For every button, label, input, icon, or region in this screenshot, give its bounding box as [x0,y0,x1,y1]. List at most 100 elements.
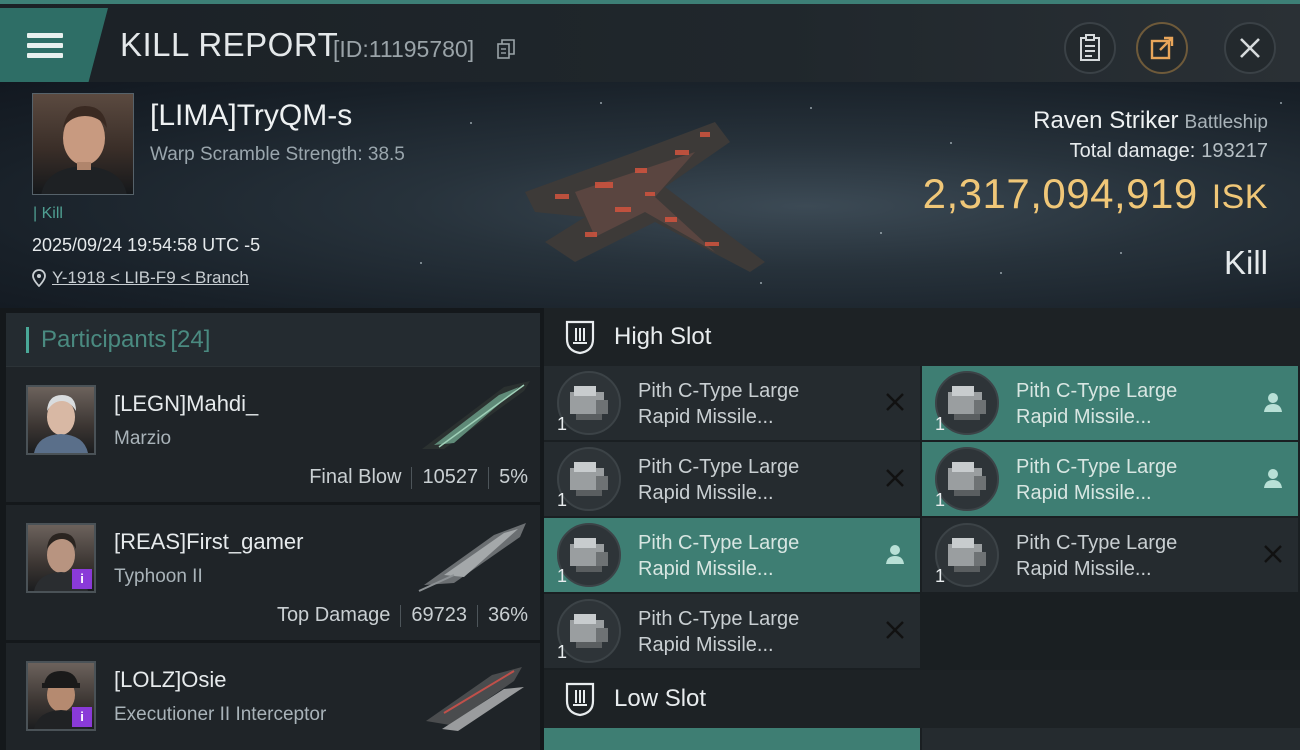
victim-name[interactable]: [LIMA]TryQM-s [150,99,352,133]
page-title: KILL REPORT [120,26,339,63]
participant-damage: 10527 [422,466,479,488]
location-pin-icon [32,269,46,287]
module-name: Pith C-Type Large Rapid Missile... [638,378,858,430]
module-item[interactable]: 1 Pith C-Type Large Rapid Missile... [922,518,1298,592]
module-name-line1: Pith C-Type Large [638,380,800,402]
warp-scramble-strength: Warp Scramble Strength: 38.5 [150,144,405,165]
module-name: Pith C-Type Large Rapid Missile... [1016,530,1236,582]
module-item[interactable]: 1 Pith C-Type Large Rapid Missile... [544,518,920,592]
victim-ship-name[interactable]: Raven Striker [1033,107,1178,134]
participant-row[interactable]: [LEGN]Mahdi_ Marzio Final Blow 10527 5% [6,367,540,505]
kill-tag: | Kill [33,205,63,222]
module-name-line2: Rapid Missile... [1016,558,1152,580]
participant-ship-image [426,667,524,731]
module-item[interactable]: 1 Pith C-Type Large Rapid Missile... [544,594,920,668]
isk-unit: ISK [1211,178,1268,216]
total-damage: Total damage: 193217 [1070,140,1268,163]
module-name-line1: Pith C-Type Large [1016,380,1178,402]
participant-percent: 36% [487,604,528,626]
module-name-line2: Rapid Missile... [1016,482,1152,504]
module-name-line2: Rapid Missile... [1016,406,1152,428]
avatar[interactable]: i [26,661,96,731]
module-item[interactable]: 1 Pith C-Type Large Rapid Missile... [544,366,920,440]
participant-role: Final Blow [309,466,402,488]
victim-banner: [LIMA]TryQM-s Warp Scramble Strength: 38… [0,82,1300,308]
slot-shield-icon [565,320,595,355]
isk-amount: 2,317,094,919 [922,170,1198,217]
close-button[interactable] [1224,22,1276,74]
x-icon [886,621,904,639]
module-quantity: 1 [935,566,946,586]
module-name-line1: Pith C-Type Large [1016,532,1178,554]
avatar[interactable]: i [26,523,96,593]
module-quantity: 1 [935,490,946,510]
x-icon [886,393,904,411]
avatar[interactable] [26,385,96,455]
module-name-line1: Pith C-Type Large [1016,456,1178,478]
high-slot-label: High Slot [614,323,712,350]
copy-icon[interactable] [497,39,515,59]
participant-ship-image [418,523,526,592]
isk-value: 2,317,094,919 ISK [923,170,1268,218]
low-slot-header: Low Slot [544,670,1300,728]
kill-result: Kill [1223,244,1268,281]
participant-damage: 69723 [411,604,467,626]
location-link[interactable]: Y-1918 < LIB-F9 < Branch [32,268,249,288]
module-item[interactable]: 1 Pith C-Type Large Rapid Missile... [922,442,1298,516]
close-icon [1240,38,1260,58]
victim-ship-class: Battleship [1184,112,1268,133]
share-icon [1150,36,1174,60]
total-damage-label: Total damage: [1069,140,1196,162]
hamburger-icon [27,28,63,63]
fitting-panel: High Slot 1 Pith C-Type Large Rapid Missi… [544,308,1300,750]
module-quantity: 1 [557,642,568,662]
module-name-line2: Rapid Missile... [638,558,774,580]
participant-ship-image [422,381,530,449]
participant-row[interactable]: i [LOLZ]Osie Executioner II Interceptor [6,643,540,750]
participants-count: [24] [170,325,211,353]
module-quantity: 1 [557,414,568,434]
menu-button[interactable] [0,8,108,82]
clipboard-icon [1080,34,1100,61]
x-icon [886,469,904,487]
module-item[interactable]: 1 Pith C-Type Large Rapid Missile... [922,366,1298,440]
module-name: Pith C-Type Large Rapid Missile... [1016,454,1236,506]
module-name-line1: Pith C-Type Large [638,456,800,478]
location-text[interactable]: Y-1918 < LIB-F9 < Branch [52,268,249,288]
participant-stats: Final Blow 10527 5% [309,466,528,489]
module-name-line2: Rapid Missile... [638,634,774,656]
module-quantity: 1 [557,490,568,510]
participants-header[interactable]: Participants [24] [6,313,540,367]
participant-percent: 5% [499,466,528,488]
x-icon [1264,545,1282,563]
module-name: Pith C-Type Large Rapid Missile... [1016,378,1236,430]
module-quantity: 1 [935,414,946,434]
share-button[interactable] [1136,22,1188,74]
module-name-line2: Rapid Missile... [638,482,774,504]
info-badge: i [72,569,92,589]
participant-name: [LOLZ]Osie [114,667,227,692]
report-id: [ID:11195780] [333,36,475,62]
person-icon [1264,469,1282,488]
participant-row[interactable]: i [REAS]First_gamer Typhoon II Top Damag… [6,505,540,643]
clipboard-button[interactable] [1064,22,1116,74]
module-name: Pith C-Type Large Rapid Missile... [638,454,858,506]
participant-stats: Top Damage 69723 36% [277,604,528,627]
module-name: Pith C-Type Large Rapid Missile... [638,606,858,658]
module-name-line2: Rapid Missile... [638,406,774,428]
person-icon [1264,393,1282,412]
high-slot-modules: 1 Pith C-Type Large Rapid Missile... 1 Pi… [544,366,1300,668]
total-damage-value: 193217 [1201,140,1268,162]
slot-shield-icon [565,682,595,717]
module-item[interactable]: 1 Pith C-Type Large Rapid Missile... [544,442,920,516]
module-quantity: 1 [557,566,568,586]
participants-label: Participants [41,325,167,353]
high-slot-header: High Slot [544,308,1300,366]
victim-avatar[interactable] [32,93,134,195]
participant-ship: Executioner II Interceptor [114,704,327,725]
participant-ship: Marzio [114,428,172,449]
participant-role: Top Damage [276,604,391,626]
low-slot-module-peek[interactable] [922,728,1300,750]
low-slot-module-peek[interactable] [544,728,920,750]
victim-ship-image [525,122,765,272]
